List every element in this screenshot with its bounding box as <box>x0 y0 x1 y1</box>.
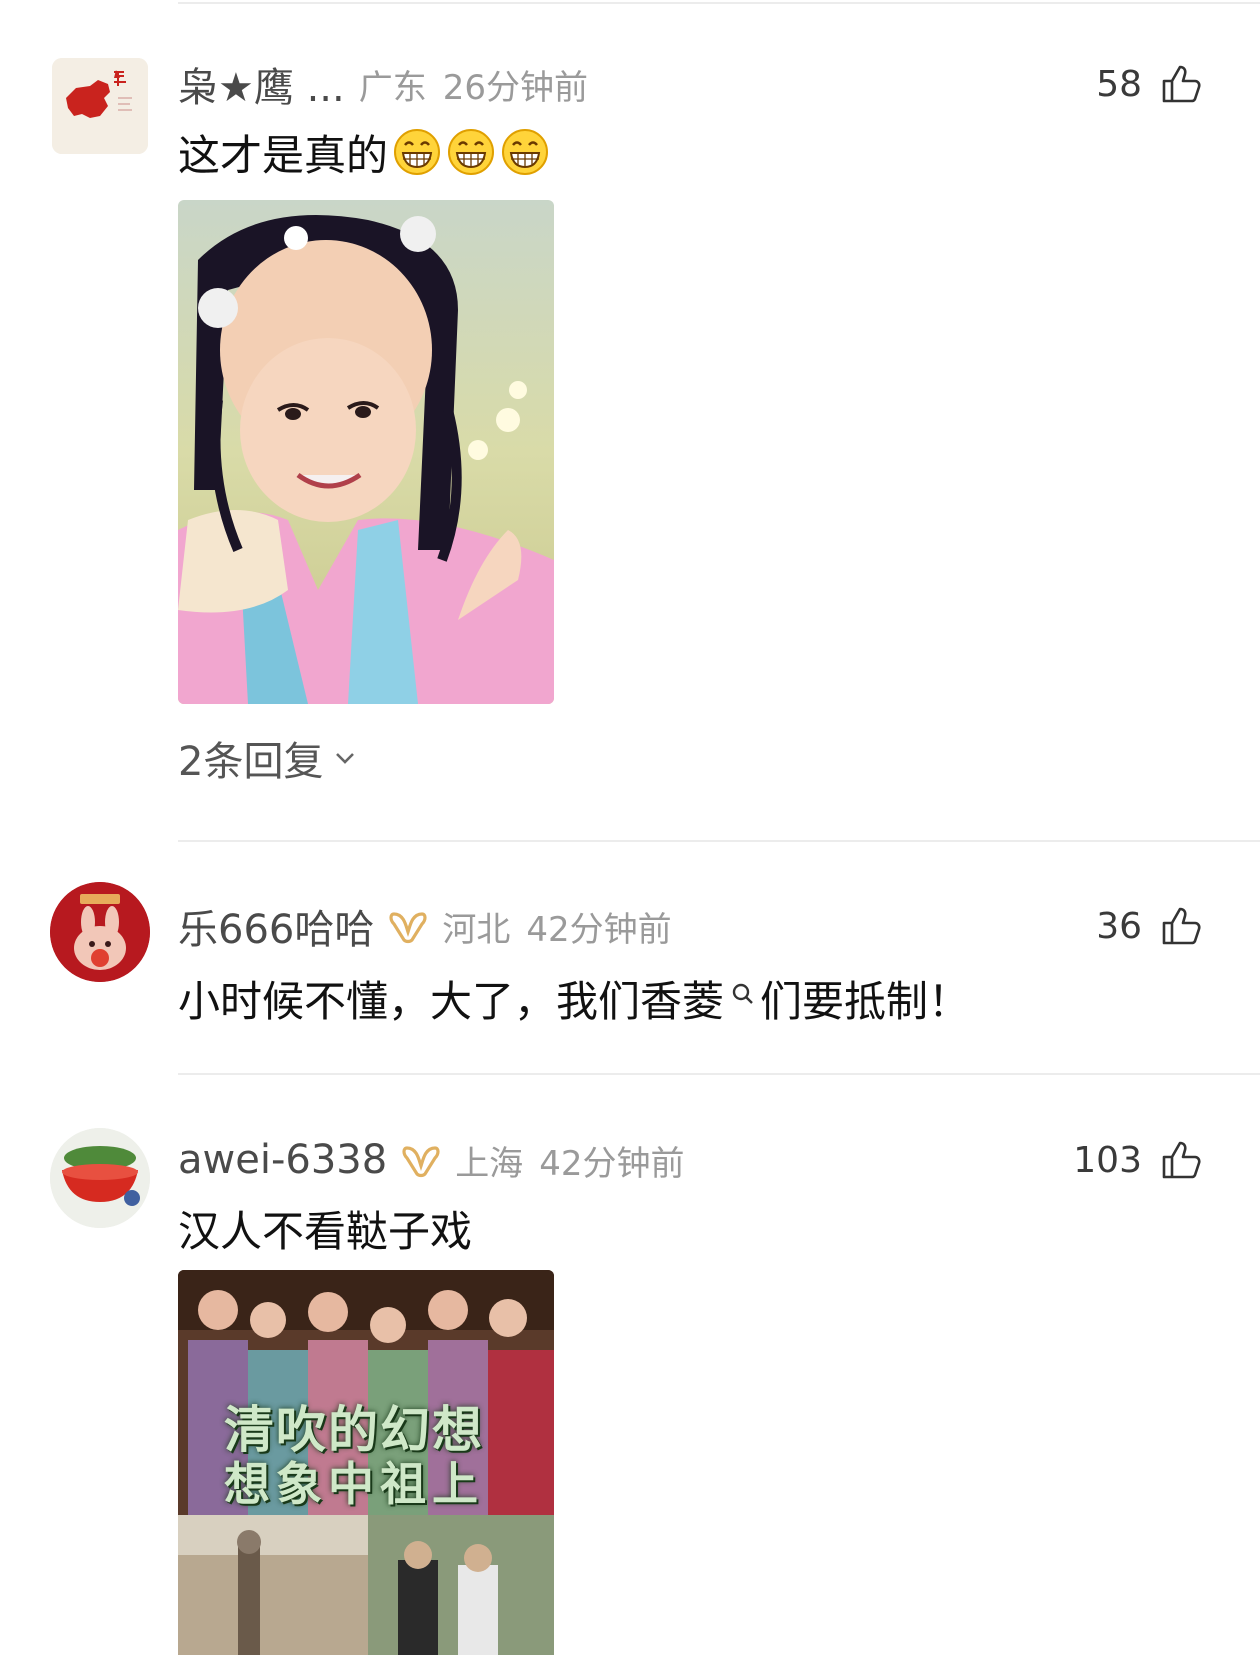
comment-meta: 乐666哈哈 河北 42分钟前 <box>178 898 672 954</box>
replies-label: 2条回复 <box>178 739 324 785</box>
avatar[interactable] <box>52 58 148 154</box>
search-icon[interactable] <box>728 981 756 1015</box>
like-button[interactable]: 103 <box>1073 1132 1202 1188</box>
like-count: 36 <box>1096 905 1142 947</box>
grin-emoji-icon <box>502 129 549 175</box>
timestamp: 42分钟前 <box>539 1143 685 1184</box>
chevron-down-icon <box>336 753 355 764</box>
user-name[interactable]: 枭★鹰 ... <box>178 55 345 113</box>
thumb-up-icon <box>1162 907 1201 945</box>
like-count: 58 <box>1096 63 1142 105</box>
comment-divider <box>178 1073 1260 1075</box>
grin-emoji-icon <box>394 129 441 175</box>
comment-text: 小时候不懂，大了，我们 香菱 们要抵制！ <box>178 968 970 1028</box>
user-name[interactable]: 乐666哈哈 <box>178 897 374 955</box>
portrait-photo <box>178 200 554 704</box>
user-name[interactable]: awei-6338 <box>178 1137 387 1183</box>
vip-badge-icon <box>402 1146 440 1178</box>
comment-text-content: 汉人不看鞑子戏 <box>178 1206 473 1256</box>
view-replies-button[interactable]: 2条回复 <box>178 730 359 786</box>
location: 河北 <box>442 909 511 950</box>
like-button[interactable]: 58 <box>1096 56 1202 112</box>
like-button[interactable]: 36 <box>1096 898 1202 954</box>
vip-badge-icon <box>389 912 427 944</box>
china-map-avatar-icon <box>52 58 148 154</box>
comment-text: 汉人不看鞑子戏 <box>178 1198 472 1258</box>
comment-divider <box>178 840 1260 842</box>
image-caption-2: 想象中祖上 <box>224 1457 484 1511</box>
location: 广东 <box>358 67 427 108</box>
food-bowl-avatar-icon <box>50 1128 150 1228</box>
comment-image[interactable]: 清吹的幻想 想象中祖上 <box>178 1270 554 1655</box>
comment-image[interactable] <box>178 200 554 704</box>
avatar[interactable] <box>50 882 150 982</box>
rabbit-avatar-icon <box>50 882 150 982</box>
thumb-up-icon <box>1162 1141 1201 1179</box>
comment-text-part: 们要抵制！ <box>760 976 971 1026</box>
thumb-up-icon <box>1162 65 1201 103</box>
top-divider <box>178 2 1260 4</box>
like-count: 103 <box>1073 1139 1142 1181</box>
search-keyword-link[interactable]: 香菱 <box>640 968 724 1029</box>
comment-text: 这才是真的 <box>178 122 550 182</box>
timestamp: 26分钟前 <box>442 67 588 108</box>
location: 上海 <box>455 1143 524 1184</box>
comment-meta: 枭★鹰 ... 广东 26分钟前 <box>178 56 588 112</box>
grin-emoji-icon <box>448 129 495 175</box>
timestamp: 42分钟前 <box>526 909 672 950</box>
avatar[interactable] <box>50 1128 150 1228</box>
comment-meta: awei-6338 上海 42分钟前 <box>178 1132 684 1188</box>
comment-text-content: 这才是真的 <box>178 130 389 180</box>
comment-text-part: 小时候不懂，大了，我们 <box>178 976 641 1026</box>
